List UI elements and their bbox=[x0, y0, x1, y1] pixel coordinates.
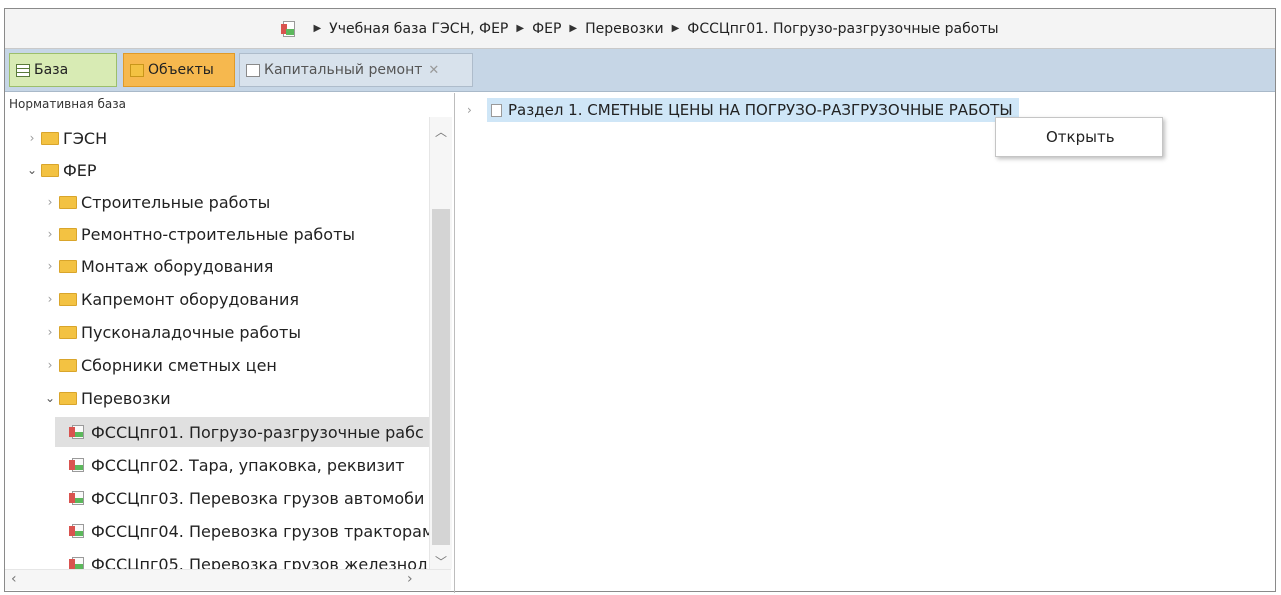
chevron-right-icon[interactable]: › bbox=[43, 292, 57, 306]
chevron-right-icon[interactable]: › bbox=[43, 227, 57, 241]
tree-item-label: Монтаж оборудования bbox=[81, 256, 274, 276]
tree-item-label: ФССЦпг04. Перевозка грузов тракторам bbox=[91, 521, 429, 541]
content-panel: › Раздел 1. СМЕТНЫЕ ЦЕНЫ НА ПОГРУЗО-РАЗГ… bbox=[457, 93, 1275, 593]
breadcrumb-separator-icon: ▶ bbox=[516, 23, 525, 34]
panel-title: Нормативная база bbox=[9, 97, 126, 111]
tree-item-label: Строительные работы bbox=[81, 192, 271, 212]
scrollbar-thumb[interactable] bbox=[432, 209, 450, 545]
tab-base[interactable]: База bbox=[9, 53, 117, 87]
scroll-right-icon[interactable]: › bbox=[407, 571, 413, 587]
collection-book-icon bbox=[281, 20, 297, 37]
tree-item[interactable]: ФССЦпг03. Перевозка грузов автомоби bbox=[69, 483, 429, 513]
chevron-down-icon[interactable]: ⌄ bbox=[43, 391, 57, 405]
context-menu: Открыть bbox=[995, 117, 1163, 157]
folder-icon bbox=[41, 163, 59, 177]
tree-item-label: Сборники сметных цен bbox=[81, 355, 277, 375]
tree-item-selected[interactable]: ФССЦпг01. Погрузо-разгрузочные рабс bbox=[55, 417, 429, 447]
folder-icon bbox=[59, 195, 77, 209]
section-label: Раздел 1. СМЕТНЫЕ ЦЕНЫ НА ПОГРУЗО-РАЗГРУ… bbox=[508, 101, 1013, 119]
tree-item[interactable]: › ГЭСН bbox=[25, 123, 108, 153]
folder-icon bbox=[41, 131, 59, 145]
breadcrumb-item-base[interactable]: Учебная база ГЭСН, ФЕР bbox=[329, 21, 508, 37]
document-icon bbox=[491, 103, 502, 117]
tree-item[interactable]: ⌄ ФЕР bbox=[25, 155, 97, 185]
document-icon bbox=[246, 63, 260, 77]
chevron-right-icon[interactable]: › bbox=[43, 259, 57, 273]
tree-item[interactable]: › Монтаж оборудования bbox=[43, 251, 274, 281]
collection-book-icon bbox=[69, 524, 85, 538]
breadcrumb-item-fer[interactable]: ФЕР bbox=[532, 21, 561, 37]
breadcrumb-separator-icon: ▶ bbox=[569, 23, 578, 34]
tab-label: База bbox=[34, 62, 69, 78]
folder-icon bbox=[59, 358, 77, 372]
tree-item-label: Капремонт оборудования bbox=[81, 289, 299, 309]
chevron-down-icon[interactable]: ⌄ bbox=[25, 163, 39, 177]
tree-item-label: ФССЦпг02. Тара, упаковка, реквизит bbox=[91, 455, 405, 475]
folder-icon bbox=[59, 292, 77, 306]
tree-item[interactable]: ФССЦпг02. Тара, упаковка, реквизит bbox=[69, 450, 405, 480]
tree-item-label: Перевозки bbox=[81, 388, 171, 408]
chevron-right-icon[interactable]: › bbox=[467, 103, 481, 117]
tree-item[interactable]: › Строительные работы bbox=[43, 187, 271, 217]
folder-icon bbox=[59, 227, 77, 241]
tab-label: Капитальный ремонт bbox=[264, 62, 423, 78]
chevron-right-icon[interactable]: › bbox=[25, 131, 39, 145]
tree-item-label: Пусконаладочные работы bbox=[81, 322, 301, 342]
tree-item-label: ФССЦпг03. Перевозка грузов автомоби bbox=[91, 488, 425, 508]
tab-capital-repair[interactable]: Капитальный ремонт ✕ bbox=[239, 53, 473, 87]
tree-item[interactable]: › Пусконаладочные работы bbox=[43, 317, 301, 347]
folder-icon bbox=[59, 259, 77, 273]
scroll-down-icon[interactable]: ﹀ bbox=[430, 553, 452, 570]
breadcrumb-item-transport[interactable]: Перевозки bbox=[585, 21, 663, 37]
section-row[interactable]: › Раздел 1. СМЕТНЫЕ ЦЕНЫ НА ПОГРУЗО-РАЗГ… bbox=[467, 97, 1019, 123]
tree-item[interactable]: › Сборники сметных цен bbox=[43, 350, 277, 380]
table-icon bbox=[16, 63, 30, 77]
tab-bar: База Объекты Капитальный ремонт ✕ bbox=[5, 49, 1275, 92]
horizontal-scrollbar[interactable]: ‹ › bbox=[5, 569, 451, 590]
tree-item-label: ФЕР bbox=[63, 160, 97, 180]
collection-book-icon bbox=[69, 458, 85, 472]
tree-item[interactable]: › Ремонтно-строительные работы bbox=[43, 219, 355, 249]
folder-icon bbox=[59, 391, 77, 405]
collection-book-icon bbox=[69, 425, 85, 439]
context-menu-open[interactable]: Открыть bbox=[1046, 128, 1115, 146]
breadcrumb: ▶ Учебная база ГЭСН, ФЕР ▶ ФЕР ▶ Перевоз… bbox=[5, 9, 1275, 49]
breadcrumb-separator-icon: ▶ bbox=[313, 23, 322, 34]
tree-item[interactable]: ФССЦпг04. Перевозка грузов тракторам bbox=[69, 516, 429, 546]
close-icon[interactable]: ✕ bbox=[428, 63, 439, 78]
app-window: ▶ Учебная база ГЭСН, ФЕР ▶ ФЕР ▶ Перевоз… bbox=[4, 8, 1276, 593]
chevron-right-icon[interactable]: › bbox=[43, 358, 57, 372]
tab-objects[interactable]: Объекты bbox=[123, 53, 235, 87]
scroll-left-icon[interactable]: ‹ bbox=[11, 571, 17, 587]
breadcrumb-item-current[interactable]: ФССЦпг01. Погрузо-разгрузочные работы bbox=[687, 21, 998, 37]
vertical-scrollbar[interactable]: ︿ ﹀ bbox=[429, 117, 452, 569]
tab-label: Объекты bbox=[148, 62, 214, 78]
folder-icon bbox=[59, 325, 77, 339]
collection-book-icon bbox=[69, 491, 85, 505]
section-item[interactable]: Раздел 1. СМЕТНЫЕ ЦЕНЫ НА ПОГРУЗО-РАЗГРУ… bbox=[487, 98, 1019, 122]
chevron-right-icon[interactable]: › bbox=[43, 325, 57, 339]
normative-base-panel: Нормативная база › ГЭСН ⌄ ФЕР › Строител… bbox=[5, 93, 455, 593]
tree-item-label: ФССЦпг01. Погрузо-разгрузочные рабс bbox=[91, 422, 424, 442]
scroll-up-icon[interactable]: ︿ bbox=[430, 123, 452, 140]
tree-item-label: Ремонтно-строительные работы bbox=[81, 224, 356, 244]
folder-icon bbox=[130, 63, 144, 77]
chevron-right-icon[interactable]: › bbox=[43, 195, 57, 209]
tree-item[interactable]: ⌄ Перевозки bbox=[43, 383, 171, 413]
breadcrumb-separator-icon: ▶ bbox=[671, 23, 680, 34]
tree-item[interactable]: › Капремонт оборудования bbox=[43, 284, 299, 314]
tree-item-label: ГЭСН bbox=[63, 128, 108, 148]
